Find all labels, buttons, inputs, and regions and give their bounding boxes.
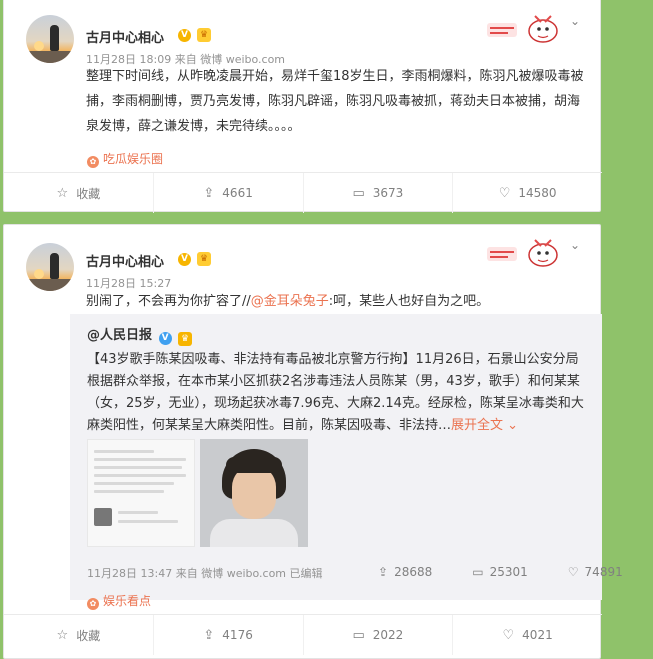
user-avatar[interactable]	[26, 15, 74, 63]
topic-icon: ✿	[87, 598, 99, 610]
topic-link[interactable]: ✿ 吃瓜娱乐圈	[87, 150, 163, 168]
action-bar: ☆ 收藏 ⇪ 4661 ▭ 3673 ♡ 14580	[4, 172, 602, 213]
edited-label: 已编辑	[289, 567, 323, 580]
topic-label: 吃瓜娱乐圈	[103, 152, 164, 166]
original-comment-count: 25301	[489, 565, 528, 579]
comment-icon: ▭	[352, 185, 365, 201]
star-icon: ☆	[56, 185, 69, 201]
comment-count: 3673	[372, 186, 404, 200]
topic-label: 娱乐看点	[103, 594, 152, 608]
username[interactable]: 古月中心相心	[86, 251, 164, 270]
original-timestamp[interactable]: 11月28日 13:47	[87, 567, 172, 580]
user-avatar[interactable]	[26, 243, 74, 291]
comment-count: 2022	[372, 628, 404, 642]
thumbnail-avatar	[94, 508, 112, 526]
avatar-sun	[34, 269, 44, 279]
like-button[interactable]: ♡ 4021	[453, 615, 602, 655]
vip-crown-icon: ♛	[197, 252, 211, 266]
repost-button[interactable]: ⇪ 4176	[154, 615, 304, 655]
star-icon: ☆	[56, 627, 69, 643]
photo-fringe	[226, 457, 282, 473]
screenshot-thumbnail[interactable]	[87, 439, 195, 547]
repost-icon: ⇪	[378, 565, 389, 579]
thumbs-up-icon: ♡	[498, 185, 511, 201]
photo-face	[232, 465, 276, 519]
thumbs-up-icon: ♡	[567, 565, 579, 579]
post-text: 别闹了，不会再为你扩容了//@金耳朵兔子:呵，某些人也好自为之吧。	[86, 289, 586, 314]
original-source[interactable]: 来自 微博 weibo.com	[176, 567, 286, 580]
like-count: 4021	[522, 628, 553, 642]
favorite-label: 收藏	[76, 628, 101, 643]
mention-link[interactable]: @金耳朵兔子	[251, 294, 329, 309]
chevron-down-icon[interactable]: ⌄	[570, 238, 580, 252]
repost-button[interactable]: ⇪ 4661	[154, 173, 304, 213]
like-button[interactable]: ♡ 14580	[453, 173, 602, 213]
repost-icon: ⇪	[203, 627, 215, 643]
original-author-name: @人民日报	[87, 328, 153, 343]
original-repost-button[interactable]: ⇪ 28688	[378, 565, 452, 579]
comment-button[interactable]: ▭ 2022	[304, 615, 454, 655]
action-bar: ☆ 收藏 ⇪ 4176 ▭ 2022 ♡ 4021	[4, 614, 602, 655]
username[interactable]: 古月中心相心	[86, 27, 164, 46]
vip-badge-icon: ♛	[178, 332, 193, 346]
decoration-sticker-icon	[487, 15, 558, 43]
original-like-count: 74891	[584, 565, 623, 579]
avatar-figure	[50, 253, 59, 279]
repost-icon: ⇪	[203, 185, 215, 201]
thumbs-up-icon: ♡	[502, 627, 515, 643]
original-text: 【43岁歌手陈某因吸毒、非法持有毒品被北京警方行拘】11月26日，石景山公安分局…	[87, 352, 584, 433]
comment-icon: ▭	[352, 627, 365, 643]
weibo-post-card: 古月中心相心 V ♛ 11月28日 15:27 ⌄ 别闹了，不会再为你扩容了//…	[3, 224, 623, 659]
post-text-before: 别闹了，不会再为你扩容了//	[86, 294, 251, 309]
topic-link[interactable]: ✿ 娱乐看点	[87, 592, 151, 610]
reposted-content[interactable]: @人民日报 V ♛ 【43岁歌手陈某因吸毒、非法持有毒品被北京警方行拘】11月2…	[70, 314, 623, 600]
verified-icon: V	[178, 29, 191, 42]
expand-full-text-link[interactable]: 展开全文 ⌄	[451, 418, 518, 433]
original-comment-button[interactable]: ▭ 25301	[472, 565, 548, 579]
decoration-sticker-icon	[487, 239, 558, 267]
repost-count: 4661	[222, 186, 253, 200]
like-count: 14580	[518, 186, 557, 200]
original-author[interactable]: @人民日报 V ♛	[87, 324, 193, 346]
comment-icon: ▭	[472, 565, 484, 579]
original-like-button[interactable]: ♡ 74891	[568, 565, 643, 579]
original-stats: ⇪ 28688 ▭ 25301 ♡ 74891	[378, 565, 653, 579]
verified-icon: V	[178, 253, 191, 266]
photo-thumbnail[interactable]	[200, 439, 308, 547]
photo-collar	[210, 519, 298, 547]
verified-icon: V	[158, 332, 172, 345]
original-meta: 11月28日 13:47 来自 微博 weibo.com 已编辑	[87, 565, 323, 581]
repost-count: 4176	[222, 628, 253, 642]
topic-icon: ✿	[87, 156, 99, 168]
post-text: 整理下时间线，从昨晚凌晨开始，易烊千玺18岁生日，李雨桐爆料，陈羽凡被爆吸毒被捕…	[86, 69, 584, 134]
favorite-button[interactable]: ☆ 收藏	[4, 173, 154, 213]
avatar-sun	[34, 41, 44, 51]
chevron-down-icon[interactable]: ⌄	[570, 14, 580, 28]
vip-crown-icon: ♛	[197, 28, 211, 42]
favorite-button[interactable]: ☆ 收藏	[4, 615, 154, 655]
avatar-ground	[26, 279, 74, 291]
post-text-after: :呵，某些人也好自为之吧。	[328, 294, 490, 309]
avatar-ground	[26, 51, 74, 63]
avatar-figure	[50, 25, 59, 51]
weibo-post-card: 古月中心相心 V ♛ 11月28日 18:09 来自 微博 weibo.com …	[3, 0, 602, 213]
favorite-label: 收藏	[76, 186, 101, 201]
original-repost-count: 28688	[394, 565, 433, 579]
comment-button[interactable]: ▭ 3673	[304, 173, 454, 213]
expand-label: 展开全文	[451, 418, 504, 433]
